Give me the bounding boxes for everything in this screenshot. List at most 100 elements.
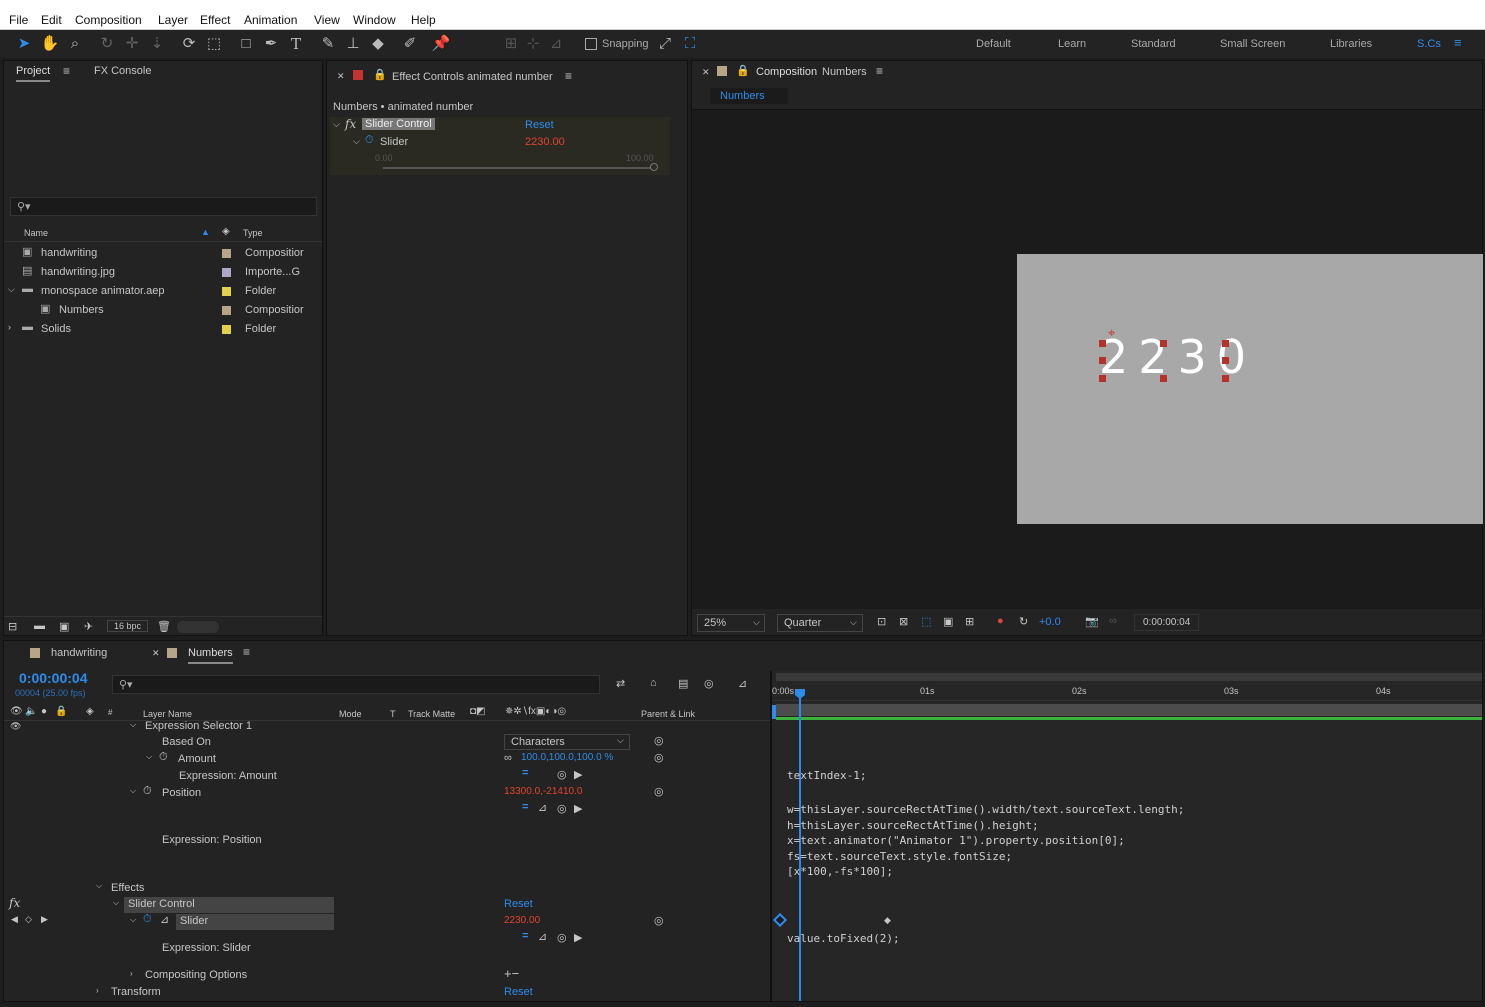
param-value[interactable]: 2230.00 [525, 136, 565, 148]
new-folder-icon[interactable]: ▬ [34, 620, 45, 632]
solo-icon[interactable]: ● [41, 706, 47, 717]
transform-reset[interactable]: Reset [504, 986, 533, 998]
row-slider-control[interactable]: Slider Control [128, 898, 195, 910]
workspace-small-screen[interactable]: Small Screen [1220, 38, 1285, 50]
reset-link[interactable]: Reset [525, 119, 554, 131]
menu-help[interactable]: Help [411, 13, 436, 27]
graph-icon[interactable]: ⊿ [538, 930, 547, 943]
graph-icon[interactable]: ⊿ [160, 913, 169, 926]
expression-language-menu-icon[interactable]: ▶ [574, 931, 582, 944]
tab-project[interactable]: Project [16, 65, 51, 82]
effect-controls-title[interactable]: Effect Controls [392, 71, 464, 83]
project-item[interactable]: › ▬ Solids Folder [4, 320, 322, 339]
close-icon[interactable]: ✕ [702, 67, 710, 78]
menu-animation[interactable]: Animation [244, 13, 297, 27]
pick-whip-icon[interactable]: ◎ [654, 751, 664, 764]
effect-controls-layer[interactable]: animated number [467, 71, 553, 83]
next-keyframe-icon[interactable]: ▶ [41, 914, 48, 925]
add-remove-icon[interactable]: +− [504, 966, 519, 981]
resolution-dropdown[interactable]: Quarter ⌵ [777, 614, 863, 632]
motion-blur-icon[interactable]: ◎ [704, 677, 714, 690]
chevron-down-icon[interactable]: ⌵ [333, 119, 340, 130]
fast-previews-icon[interactable]: ⊡ [877, 615, 886, 628]
work-area-bar[interactable] [776, 673, 1482, 681]
expression-language-menu-icon[interactable]: ▶ [574, 802, 582, 815]
close-icon[interactable]: ✕ [152, 648, 160, 659]
bbox-handle[interactable] [1222, 340, 1229, 347]
anchor-point-icon[interactable]: ⌖ [1108, 325, 1115, 341]
composition-mini-flowchart-icon[interactable]: ⇄ [616, 677, 625, 690]
transparency-grid-icon[interactable]: ⊠ [899, 615, 908, 628]
code-amount[interactable]: textIndex-1; [787, 769, 866, 782]
roto-brush-tool-icon[interactable]: ✐ [400, 34, 420, 54]
project-search-input[interactable]: ⚲▾ [10, 197, 317, 216]
keyframe-icon[interactable] [772, 912, 788, 928]
expression-pickwhip-icon[interactable]: ◎ [557, 931, 567, 944]
label-swatch[interactable] [222, 325, 231, 334]
anchor-point-tool-icon[interactable]: ⬚ [204, 34, 224, 54]
stopwatch-icon[interactable]: ⏱ [365, 134, 374, 147]
chevron-down-icon[interactable]: ⌵ [113, 898, 119, 908]
bbox-handle[interactable] [1099, 375, 1106, 382]
thumbnail-slider[interactable] [177, 621, 219, 633]
row-expression-selector[interactable]: Expression Selector 1 [145, 720, 252, 732]
add-keyframe-icon[interactable]: ◇ [25, 914, 32, 925]
zoom-dropdown[interactable]: 25% ⌵ [697, 614, 765, 632]
mask-visibility-icon[interactable]: ⬚ [921, 615, 931, 628]
menu-effect[interactable]: Effect [200, 13, 230, 27]
pan-camera-icon[interactable]: ✛ [122, 34, 142, 54]
orbit-camera-icon[interactable]: ↻ [97, 34, 117, 54]
bbox-handle[interactable] [1099, 340, 1106, 347]
brush-tool-icon[interactable]: ✎ [318, 34, 338, 54]
audio-icon[interactable]: 🔈 [25, 706, 37, 717]
chevron-down-icon[interactable]: ⌵ [130, 786, 136, 796]
time-graph[interactable]: 0:00s 01s 02s 03s 04s textIndex-1; w=thi… [772, 671, 1482, 1001]
hand-tool-icon[interactable]: ✋ [40, 34, 60, 54]
workspace-scs[interactable]: S.Cs [1417, 38, 1441, 50]
column-t[interactable]: T [390, 709, 396, 719]
close-icon[interactable]: ✕ [337, 71, 345, 82]
fx-toggle-icon[interactable]: fx [345, 117, 356, 131]
project-item[interactable]: ⌵ ▬ monospace animator.aep Folder [4, 282, 322, 301]
timeline-search-input[interactable]: ⚲▾ [112, 675, 600, 694]
layer-duration-bar[interactable] [776, 704, 1482, 716]
sort-up-icon[interactable]: ▲ [201, 227, 210, 237]
column-type[interactable]: Type [243, 228, 263, 238]
bbox-handle[interactable] [1222, 357, 1229, 364]
snap-target-icon[interactable]: ⛶ [680, 34, 700, 54]
project-item[interactable]: ▣ Numbers Compositior [4, 301, 322, 320]
chevron-down-icon[interactable]: ⌵ [130, 915, 136, 925]
comp-breadcrumb-tab[interactable]: Numbers [710, 88, 788, 104]
interpret-footage-icon[interactable]: ⊟ [8, 620, 17, 633]
comp-viewer[interactable]: 2230 ⌖ [692, 109, 1483, 609]
param-slider-track[interactable] [383, 167, 653, 169]
menu-window[interactable]: Window [353, 13, 396, 27]
row-slider[interactable]: Slider [180, 915, 208, 927]
workspace-default[interactable]: Default [976, 38, 1011, 50]
workspace-learn[interactable]: Learn [1058, 38, 1086, 50]
lock-icon[interactable]: 🔒 [373, 68, 387, 81]
tab-fx-console[interactable]: FX Console [94, 65, 151, 77]
bbox-handle[interactable] [1160, 375, 1167, 382]
comp-timecode[interactable]: 0:00:00:04 [1134, 614, 1200, 631]
chevron-right-icon[interactable]: › [96, 986, 99, 995]
label-swatch[interactable] [222, 287, 231, 296]
stopwatch-icon[interactable]: ⏱ [143, 785, 152, 798]
new-composition-icon[interactable]: ▣ [59, 620, 69, 633]
prev-keyframe-icon[interactable]: ◀ [11, 914, 18, 925]
menu-layer[interactable]: Layer [158, 13, 188, 27]
stopwatch-icon[interactable]: ⏱ [143, 913, 152, 926]
label-swatch[interactable] [222, 268, 231, 277]
comp-canvas[interactable]: 2230 ⌖ [1017, 254, 1483, 524]
trash-icon[interactable]: 🗑 [157, 620, 171, 633]
chevron-right-icon[interactable]: › [130, 969, 133, 978]
code-position[interactable]: w=thisLayer.sourceRectAtTime().width/tex… [787, 802, 1184, 880]
effect-name[interactable]: Slider Control [362, 118, 435, 130]
frame-blending-icon[interactable]: ▤ [678, 677, 688, 690]
label-tag-icon[interactable]: ◈ [86, 706, 94, 717]
menu-file[interactable]: File [9, 13, 28, 27]
pick-whip-icon[interactable]: ◎ [654, 914, 664, 927]
workspace-libraries[interactable]: Libraries [1330, 38, 1372, 50]
project-menu-icon[interactable]: ≡ [63, 64, 70, 78]
effect-controls-menu-icon[interactable]: ≡ [565, 69, 572, 83]
